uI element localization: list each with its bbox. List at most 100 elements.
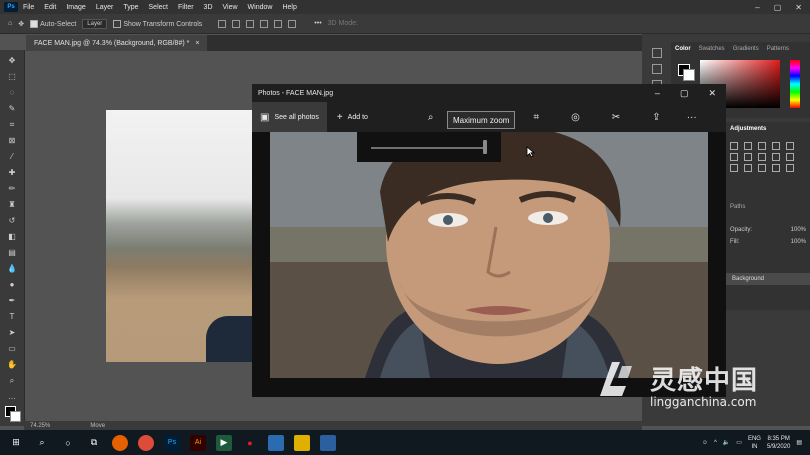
minimize-icon[interactable]: – [755,3,759,12]
type-tool-icon[interactable]: T [6,312,18,322]
zoom-slider-thumb[interactable] [483,140,487,154]
hue-slider[interactable] [790,60,800,108]
menu-window[interactable]: Window [243,4,278,11]
tab-paths[interactable]: Paths [730,204,745,210]
zoom-icon[interactable]: ⌕ [428,112,434,123]
menu-3d[interactable]: 3D [199,4,218,11]
see-all-photos-button[interactable]: ▣ See all photos [252,102,327,132]
lasso-tool-icon[interactable]: ◌ [6,88,18,98]
invert-icon[interactable] [730,164,738,172]
shape-tool-icon[interactable]: ▭ [6,344,18,354]
dodge-tool-icon[interactable]: ● [6,280,18,290]
share-icon[interactable]: ⇪ [652,112,660,123]
home-icon[interactable]: ⌂ [8,20,12,27]
chrome-icon[interactable] [138,434,154,451]
add-to-button[interactable]: + Add to [327,112,378,123]
panel-background-swatch[interactable] [683,69,695,81]
crop-tool-icon[interactable]: ⌗ [6,120,18,130]
color-balance-icon[interactable] [744,153,752,161]
posterize-icon[interactable] [744,164,752,172]
eraser-tool-icon[interactable]: ◧ [6,232,18,242]
record-icon[interactable]: ● [242,435,258,451]
zoom-slider-track[interactable] [371,147,487,149]
maximize-icon[interactable]: ▢ [774,3,782,12]
brightness-contrast-icon[interactable] [730,142,738,150]
enhance-icon[interactable]: ◎ [571,112,580,123]
layer-row-background[interactable]: Background [726,273,810,285]
blur-tool-icon[interactable]: 💧 [6,264,18,274]
background-color-swatch[interactable] [10,411,21,422]
fill-value[interactable]: 100% [791,239,806,245]
photos-maximize-icon[interactable]: ▢ [680,88,689,99]
gradient-map-icon[interactable] [772,164,780,172]
language-indicator[interactable]: ENG IN [748,435,761,451]
move-tool-icon[interactable]: ✥ [6,56,18,66]
tab-patterns[interactable]: Patterns [767,46,789,52]
zoom-tool-icon[interactable]: ⌕ [6,376,18,386]
auto-select-dropdown[interactable]: Layer [82,18,108,29]
align-top-icon[interactable] [260,19,269,28]
levels-icon[interactable] [744,142,752,150]
close-icon[interactable]: ✕ [795,3,802,12]
selective-color-icon[interactable] [786,164,794,172]
clone-stamp-tool-icon[interactable]: ♜ [6,200,18,210]
notifications-icon[interactable]: ▤ [796,439,802,446]
hue-saturation-icon[interactable] [730,153,738,161]
quick-select-tool-icon[interactable]: ✎ [6,104,18,114]
document-tab-close-icon[interactable]: × [195,40,199,47]
cortana-icon[interactable]: ○ [60,435,76,451]
photos-minimize-icon[interactable]: – [655,88,660,99]
pen-tool-icon[interactable]: ✒ [6,296,18,306]
threshold-icon[interactable] [758,164,766,172]
photos-close-icon[interactable]: ✕ [708,88,716,99]
more-options-icon[interactable]: ••• [314,20,321,27]
brush-tool-icon[interactable]: ✏ [6,184,18,194]
network-icon[interactable]: ▭ [736,439,742,446]
more-icon[interactable]: ··· [687,112,697,123]
tab-swatches[interactable]: Swatches [699,46,725,52]
windows-start-icon[interactable]: ⊞ [8,435,24,451]
menu-edit[interactable]: Edit [39,4,61,11]
gradient-tool-icon[interactable]: ▤ [6,248,18,258]
task-view-icon[interactable]: ⧉ [86,435,102,451]
healing-brush-tool-icon[interactable]: ✚ [6,168,18,178]
eyedropper-tool-icon[interactable]: ⁄ [6,152,18,162]
tab-color[interactable]: Color [675,46,691,52]
auto-select-checkbox[interactable]: Auto-Select [30,19,76,28]
crop-rotate-icon[interactable]: ⌗ [534,112,540,123]
more-tools-icon[interactable]: … [6,392,18,402]
curves-icon[interactable] [758,142,766,150]
align-bottom-icon[interactable] [288,19,297,28]
search-icon[interactable]: ⌕ [34,435,50,451]
photoshop-taskbar-icon[interactable]: Ps [164,434,180,451]
path-select-tool-icon[interactable]: ➤ [6,328,18,338]
menu-select[interactable]: Select [144,4,173,11]
zoomed-photo[interactable] [270,132,708,378]
align-right-icon[interactable] [246,19,255,28]
volume-icon[interactable]: 🔈 [723,439,730,446]
marquee-tool-icon[interactable]: ⬚ [6,72,18,82]
menu-type[interactable]: Type [118,4,143,11]
edit-create-icon[interactable]: ✂ [612,112,620,123]
tab-gradients[interactable]: Gradients [733,46,759,52]
tray-chevron-icon[interactable]: ^ [714,440,717,446]
align-middle-icon[interactable] [274,19,283,28]
menu-file[interactable]: File [18,4,39,11]
illustrator-taskbar-icon[interactable]: Ai [190,434,206,451]
vibrance-icon[interactable] [786,142,794,150]
black-white-icon[interactable] [758,153,766,161]
document-tab[interactable]: FACE MAN.jpg @ 74.3% (Background, RGB/8#… [26,35,208,51]
file-explorer-icon[interactable] [294,434,310,451]
channel-mixer-icon[interactable] [786,153,794,161]
history-brush-tool-icon[interactable]: ↺ [6,216,18,226]
move-tool-icon[interactable]: ✥ [18,20,24,28]
chat-app-icon[interactable] [268,434,284,451]
opacity-value[interactable]: 100% [791,227,806,233]
exposure-icon[interactable] [772,142,780,150]
status-zoom[interactable]: 74.25% [30,423,50,429]
history-panel-icon[interactable] [652,48,662,58]
photo-filter-icon[interactable] [772,153,780,161]
firefox-icon[interactable] [112,434,128,451]
menu-filter[interactable]: Filter [173,4,199,11]
properties-panel-icon[interactable] [652,64,662,74]
